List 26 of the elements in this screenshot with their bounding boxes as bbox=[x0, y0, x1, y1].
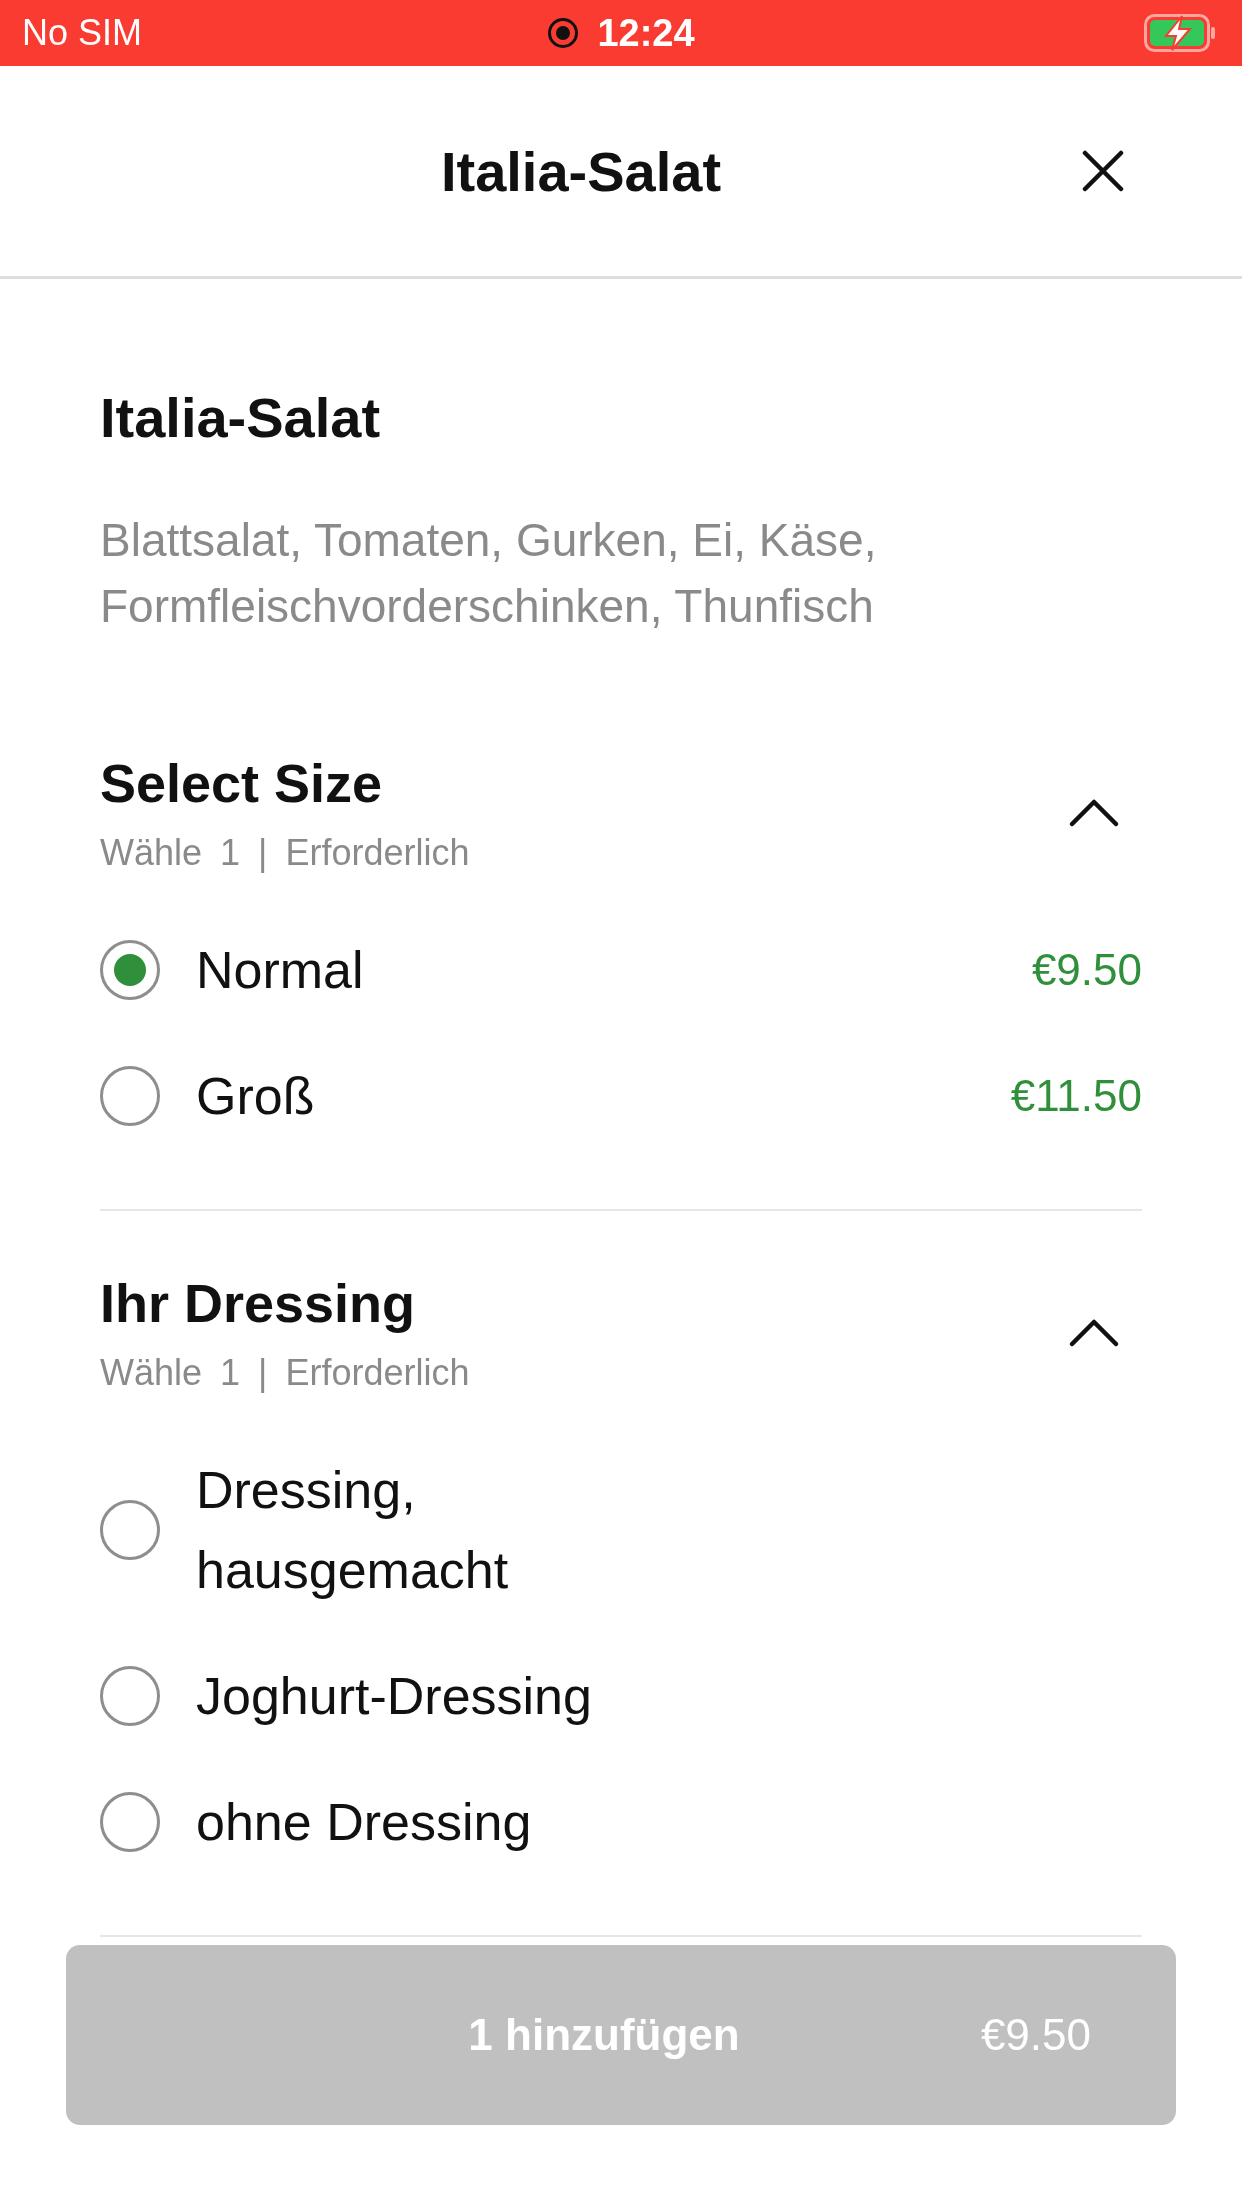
radio-button[interactable] bbox=[100, 1500, 160, 1560]
close-icon bbox=[1082, 150, 1124, 192]
option-label: Normal bbox=[196, 940, 364, 1001]
item-description: Blattsalat, Tomaten, Gurken, Ei, Käse, Formfleischvorderschinken, Thunfisch bbox=[100, 513, 878, 634]
carrier-label: No SIM bbox=[22, 12, 143, 54]
battery-charging-icon bbox=[1144, 14, 1216, 52]
item-title: Italia-Salat bbox=[100, 385, 382, 451]
radio-button[interactable] bbox=[100, 1792, 160, 1852]
chevron-up-icon[interactable] bbox=[1068, 1318, 1120, 1348]
radio-selected[interactable] bbox=[100, 940, 160, 1000]
section-title: Select Size bbox=[100, 752, 384, 815]
radio-button[interactable] bbox=[100, 1066, 160, 1126]
chevron-up-icon[interactable] bbox=[1068, 798, 1120, 828]
record-icon bbox=[547, 17, 580, 49]
option-label: Dressing, hausgemacht bbox=[196, 1460, 510, 1601]
section-subtitle: Wähle 1 | Erforderlich bbox=[100, 831, 470, 875]
modal-title: Italia-Salat bbox=[440, 138, 722, 204]
option-price: €9.50 bbox=[1031, 945, 1142, 995]
section-subtitle: Wähle 1 | Erforderlich bbox=[100, 1351, 470, 1395]
section-title: Ihr Dressing bbox=[100, 1272, 417, 1335]
option-label: Groß bbox=[196, 1066, 315, 1127]
option-price: €11.50 bbox=[1010, 1071, 1142, 1121]
option-label: ohne Dressing bbox=[196, 1792, 532, 1853]
option-label: Joghurt-Dressing bbox=[196, 1666, 592, 1727]
status-time: 12:24 bbox=[597, 11, 695, 55]
radio-button[interactable] bbox=[100, 1666, 160, 1726]
